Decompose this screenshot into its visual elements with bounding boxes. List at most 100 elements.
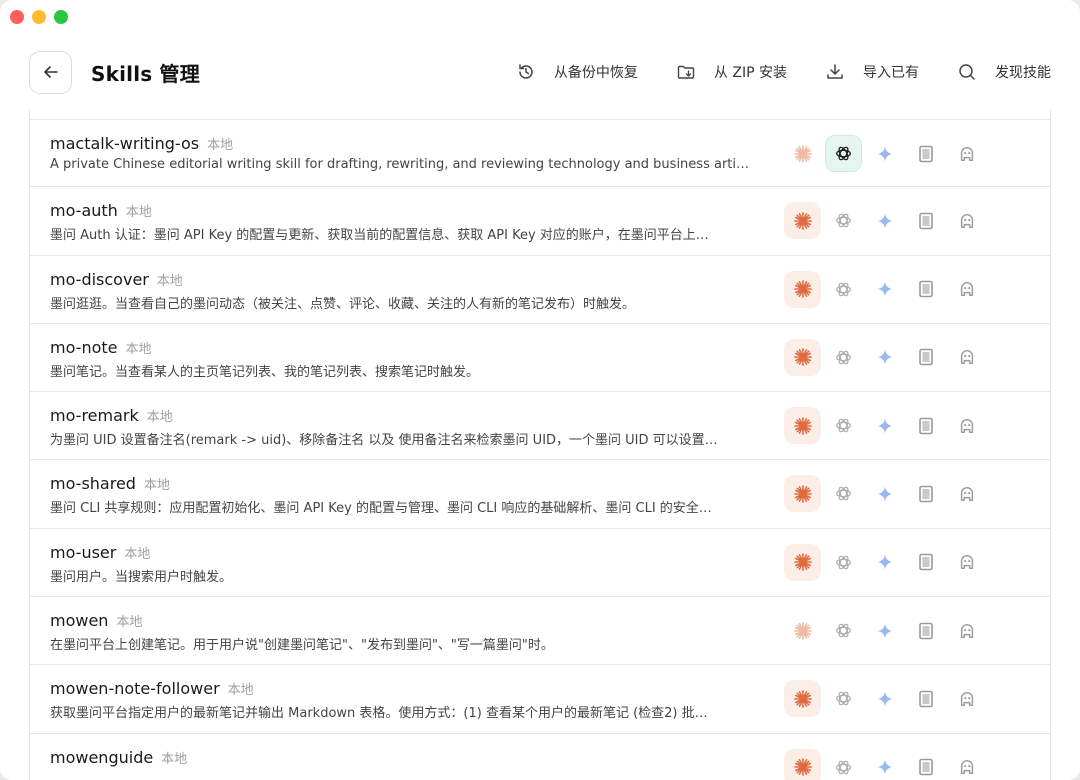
claude-toggle[interactable] <box>784 338 821 376</box>
skill-row[interactable]: mactalk-writing-os 本地 A private Chinese … <box>30 119 1050 188</box>
folder-zip-icon <box>676 62 696 82</box>
claude-toggle[interactable] <box>784 407 821 445</box>
agent-toggles <box>784 338 989 376</box>
gemini-toggle[interactable] <box>866 475 903 512</box>
skill-row[interactable]: mo-discover 本地 墨问逛逛。当查看自己的墨问动态（被关注、点赞、评论… <box>30 256 1050 324</box>
skill-name: mowen-note-follower <box>50 679 220 699</box>
import-existing-button[interactable]: 导入已有 <box>825 62 919 82</box>
openai-icon <box>836 555 851 570</box>
gemini-toggle[interactable] <box>866 407 903 444</box>
toolbar: 从备份中恢复 从 ZIP 安装 导入已有 发现技能 <box>478 50 1051 94</box>
claude-toggle[interactable] <box>784 748 821 780</box>
tablet-icon <box>918 145 933 162</box>
agent-avatar-toggle[interactable] <box>948 202 985 239</box>
claude-toggle[interactable] <box>784 270 821 308</box>
agent-avatar-toggle[interactable] <box>948 339 985 376</box>
claude-icon <box>793 553 812 572</box>
openai-toggle[interactable] <box>825 135 862 172</box>
tablet-icon <box>918 553 933 571</box>
agent-avatar-toggle[interactable] <box>948 749 985 780</box>
openai-toggle[interactable] <box>825 749 862 780</box>
gemini-toggle[interactable] <box>866 135 903 172</box>
tablet-toggle[interactable] <box>907 271 944 308</box>
agent-avatar-toggle[interactable] <box>948 544 985 581</box>
claude-toggle[interactable] <box>784 475 821 513</box>
openai-toggle[interactable] <box>825 475 862 512</box>
skill-name: mo-note <box>50 337 118 357</box>
gemini-toggle[interactable] <box>866 202 903 239</box>
skill-row[interactable]: mowen-note-follower 本地 获取墨问平台指定用户的最新笔记并输… <box>30 665 1050 734</box>
skill-source-tag: 本地 <box>125 341 152 357</box>
skill-source-tag: 本地 <box>161 751 188 767</box>
maximize-window-button[interactable] <box>54 10 68 24</box>
claude-toggle[interactable] <box>784 202 821 240</box>
agent-avatar-toggle[interactable] <box>948 407 985 444</box>
download-icon <box>825 62 845 82</box>
minimize-window-button[interactable] <box>32 10 46 24</box>
tablet-icon <box>918 758 933 776</box>
claude-toggle[interactable] <box>784 680 821 718</box>
openai-toggle[interactable] <box>825 202 862 239</box>
openai-toggle[interactable] <box>825 680 862 717</box>
gemini-toggle[interactable] <box>866 612 903 649</box>
agent-toggles <box>784 612 989 649</box>
skill-row[interactable]: mo-remark 本地 为墨问 UID 设置备注名(remark -> uid… <box>30 392 1050 461</box>
agent-avatar-toggle[interactable] <box>948 680 985 717</box>
agent-toggles <box>784 135 989 172</box>
discover-skills-button[interactable]: 发现技能 <box>957 62 1051 82</box>
skill-row[interactable]: mo-shared 本地 墨问 CLI 共享规则：应用配置初始化、墨问 API … <box>30 460 1050 529</box>
agent-avatar-toggle[interactable] <box>948 475 985 512</box>
tablet-toggle[interactable] <box>907 544 944 581</box>
openai-toggle[interactable] <box>825 612 862 649</box>
tablet-toggle[interactable] <box>907 202 944 239</box>
openai-icon <box>836 282 851 296</box>
skill-row[interactable]: mo-user 本地 墨问用户。当搜索用户时触发。 <box>30 529 1050 598</box>
tablet-toggle[interactable] <box>907 612 944 649</box>
gemini-toggle[interactable] <box>866 544 903 581</box>
claude-icon <box>793 416 812 435</box>
agent-avatar-toggle[interactable] <box>948 271 985 308</box>
tablet-toggle[interactable] <box>907 749 944 780</box>
claude-toggle[interactable] <box>784 543 821 581</box>
skill-name: mo-discover <box>50 269 149 289</box>
skill-name: mowenguide <box>50 747 154 767</box>
restore-label: 从备份中恢复 <box>553 65 638 81</box>
openai-toggle[interactable] <box>825 339 862 376</box>
gemini-toggle[interactable] <box>866 680 903 717</box>
tablet-toggle[interactable] <box>907 680 944 717</box>
skill-row[interactable]: mo-auth 本地 墨问 Auth 认证：墨问 API Key 的配置与更新、… <box>30 187 1050 256</box>
claude-icon <box>793 621 812 640</box>
agent-avatar-icon <box>960 691 973 706</box>
arrow-left-icon <box>43 66 58 78</box>
claude-icon <box>793 280 812 298</box>
agent-avatar-toggle[interactable] <box>948 135 985 172</box>
skill-name: mo-auth <box>50 201 118 221</box>
back-button[interactable] <box>29 50 72 94</box>
openai-toggle[interactable] <box>825 407 862 444</box>
restore-from-backup-button[interactable]: 从备份中恢复 <box>516 62 638 82</box>
discover-label: 发现技能 <box>995 65 1051 81</box>
skill-description: 墨问笔记。当查看某人的主页笔记列表、我的笔记列表、搜索笔记时触发。 <box>50 364 480 380</box>
openai-toggle[interactable] <box>825 271 862 308</box>
openai-toggle[interactable] <box>825 544 862 581</box>
tablet-toggle[interactable] <box>907 135 944 172</box>
close-window-button[interactable] <box>10 10 24 24</box>
search-icon <box>957 62 977 82</box>
claude-toggle[interactable] <box>784 135 821 172</box>
skill-description: 墨问 Auth 认证：墨问 API Key 的配置与更新、获取当前的配置信息、获… <box>50 228 709 244</box>
gemini-toggle[interactable] <box>866 339 903 376</box>
agent-avatar-icon <box>960 213 973 228</box>
agent-avatar-toggle[interactable] <box>948 612 985 649</box>
tablet-toggle[interactable] <box>907 339 944 376</box>
install-from-zip-button[interactable]: 从 ZIP 安装 <box>676 62 787 82</box>
skill-source-tag: 本地 <box>116 615 143 631</box>
gemini-toggle[interactable] <box>866 749 903 780</box>
claude-toggle[interactable] <box>784 612 821 649</box>
skill-row[interactable]: mo-note 本地 墨问笔记。当查看某人的主页笔记列表、我的笔记列表、搜索笔记… <box>30 324 1050 393</box>
skill-row[interactable]: mowenguide 本地 <box>30 734 1050 780</box>
gemini-toggle[interactable] <box>866 271 903 308</box>
tablet-toggle[interactable] <box>907 475 944 512</box>
skill-name: mo-shared <box>50 474 136 494</box>
skill-row[interactable]: mowen 本地 在墨问平台上创建笔记。用于用户说"创建墨问笔记"、"发布到墨问… <box>30 597 1050 666</box>
tablet-toggle[interactable] <box>907 407 944 444</box>
